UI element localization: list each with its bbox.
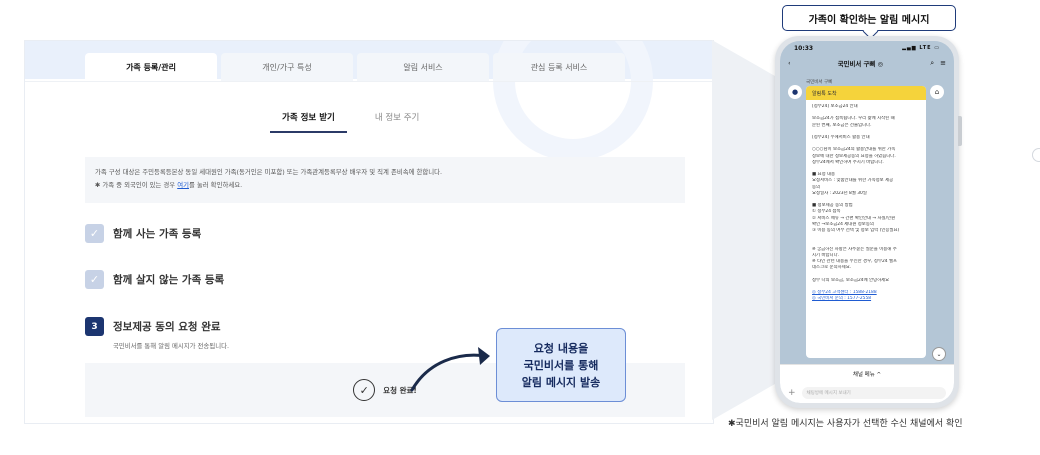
tab-interest-register[interactable]: 관심 등록 서비스 <box>493 53 625 81</box>
step-label: 함께 살지 않는 가족 등록 <box>113 274 225 286</box>
tab-personal-household[interactable]: 개인/가구 특성 <box>221 53 353 81</box>
notice-line-2: ✱ 가족 중 외국인이 있는 경우 여기를 눌러 확인하세요. <box>95 181 243 189</box>
scroll-down-icon[interactable]: ⌄ <box>932 347 946 361</box>
step-consent-request: 3 정보제공 동의 요청 완료 <box>85 317 221 336</box>
message-bubble: 알림톡 도착 [정부24] 보조금24 안내 보조금24가 접속됩니다. 우리 … <box>806 86 926 358</box>
step-description: 국민비서를 통해 알림 메시지가 전송됩니다. <box>113 342 229 350</box>
signal-icon: ▂▄▆ LTE ▭ <box>902 45 940 51</box>
phone-screen: 10:33 ▂▄▆ LTE ▭ ‹ 국민비서 구삐 ◎ ⌕ ≡ 국민비서 구삐 ●… <box>780 41 954 403</box>
sender-name: 국민비서 구삐 <box>806 80 833 85</box>
foreigner-link[interactable]: 여기 <box>177 181 189 189</box>
sub-tabs: 가족 정보 받기 내 정보 주기 <box>270 111 419 133</box>
phone-side-button <box>958 116 962 146</box>
main-tabs: 가족 등록/관리 개인/가구 특성 알림 서비스 관심 등록 서비스 <box>85 53 625 81</box>
check-icon: ✓ <box>85 224 104 243</box>
avatar-icon: ● <box>788 85 802 99</box>
callout-line-2: 국민비서를 통해 <box>523 358 599 372</box>
step-non-cohabiting-family[interactable]: ✓ 함께 살지 않는 가족 등록 <box>85 270 224 289</box>
callout-box: 요청 내용을 국민비서를 통해 알림 메시지 발송 <box>496 328 626 402</box>
subtab-give-info[interactable]: 내 정보 주기 <box>375 111 420 133</box>
chat-title: 국민비서 구삐 ◎ <box>837 59 884 68</box>
status-bar: 10:33 ▂▄▆ LTE ▭ <box>780 41 954 55</box>
step-number-badge: 3 <box>85 317 104 336</box>
tab-family-register[interactable]: 가족 등록/관리 <box>85 53 217 81</box>
chat-input[interactable]: 채팅방에 메시지 보내기 <box>801 386 946 399</box>
callout-line-3: 알림 메시지 발송 <box>521 375 601 389</box>
tabbar-divider <box>25 81 713 82</box>
message-line[interactable]: ◎ 국민비서 문의 : 1577-2558 <box>812 296 920 302</box>
notice-box: 가족 구성 대상은 주민등록등본상 동일 세대원인 가족(동거인은 미포함) 또… <box>85 157 685 203</box>
check-icon: ✓ <box>85 270 104 289</box>
bubble-header: 알림톡 도착 <box>806 86 926 100</box>
step-label: 함께 사는 가족 등록 <box>113 228 202 240</box>
curved-arrow-icon <box>410 347 490 392</box>
chat-input-bar: + 채팅방에 메시지 보내기 <box>780 382 954 403</box>
footnote: ✱국민비서 알림 메시지는 사용자가 선택한 수신 채널에서 확인 <box>728 419 963 429</box>
callout-line-1: 요청 내용을 <box>533 341 589 355</box>
status-time: 10:33 <box>794 44 814 52</box>
notice-line-1: 가족 구성 대상은 주민등록등본상 동일 세대원인 가족(동거인은 미포함) 또… <box>95 168 443 176</box>
check-circle-icon: ✓ <box>353 379 376 401</box>
subtab-receive-info[interactable]: 가족 정보 받기 <box>270 111 347 133</box>
next-slide-button[interactable] <box>1032 148 1040 162</box>
plus-icon[interactable]: + <box>788 388 796 398</box>
zoom-connector <box>712 40 782 420</box>
phone-mockup: 10:33 ▂▄▆ LTE ▭ ‹ 국민비서 구삐 ◎ ⌕ ≡ 국민비서 구삐 ●… <box>775 36 959 408</box>
step-label: 정보제공 동의 요청 완료 <box>113 321 221 333</box>
channel-menu-button[interactable]: 채널 메뉴 ^ <box>780 364 954 382</box>
home-icon[interactable]: ⌂ <box>930 85 944 99</box>
phone-title-label: 가족이 확인하는 알림 메시지 <box>782 5 956 31</box>
message-body: [정부24] 보조금24 안내 보조금24가 접속됩니다. 우리 삶에 시작된 … <box>806 100 926 307</box>
tab-notification-service[interactable]: 알림 서비스 <box>357 53 489 81</box>
search-icon[interactable]: ⌕ <box>930 59 934 68</box>
step-cohabiting-family[interactable]: ✓ 함께 사는 가족 등록 <box>85 224 201 243</box>
menu-icon[interactable]: ≡ <box>940 59 946 68</box>
back-icon[interactable]: ‹ <box>788 59 791 67</box>
chat-header: ‹ 국민비서 구삐 ◎ ⌕ ≡ <box>780 55 954 71</box>
